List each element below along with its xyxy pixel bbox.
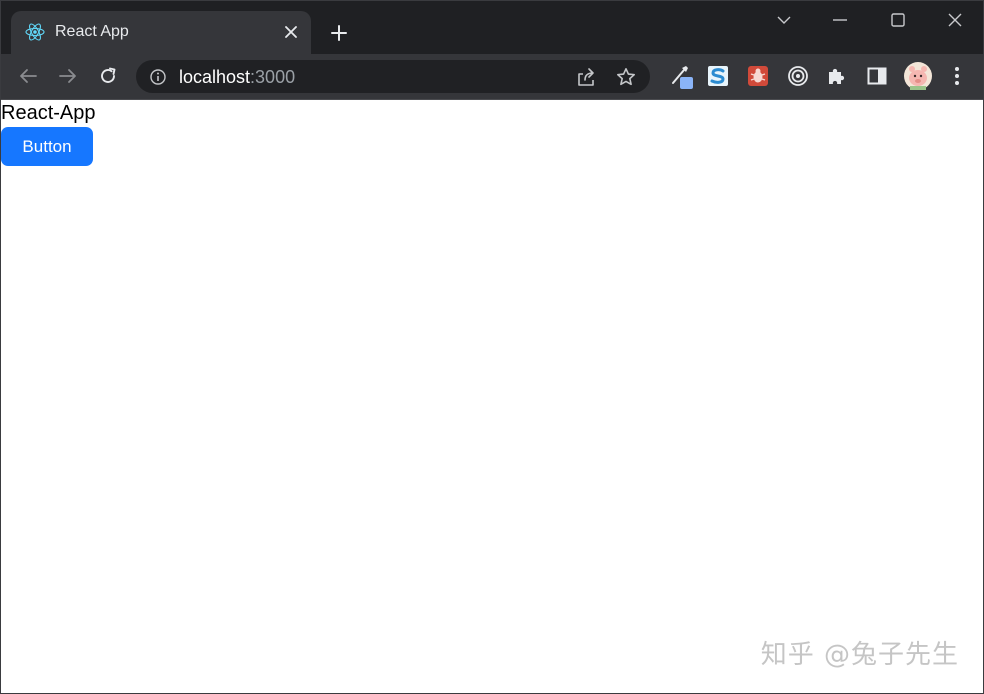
close-window-icon[interactable] (927, 1, 983, 39)
react-logo-icon (25, 22, 45, 42)
page-viewport: React-App Button 知乎 @兔子先生 (1, 100, 983, 693)
url-port: :3000 (250, 67, 296, 87)
close-icon[interactable] (279, 20, 303, 44)
share-icon[interactable] (574, 65, 598, 89)
profile-avatar[interactable] (903, 61, 933, 91)
watermark: 知乎 @兔子先生 (760, 640, 959, 670)
target-extension-icon[interactable] (785, 63, 811, 89)
info-icon[interactable] (148, 67, 168, 87)
back-arrow-icon[interactable] (13, 61, 43, 91)
star-icon[interactable] (614, 65, 638, 89)
maximize-icon[interactable] (870, 1, 926, 39)
s-extension-icon[interactable] (705, 63, 731, 89)
url-text: localhost:3000 (179, 67, 295, 88)
minimize-icon[interactable] (812, 1, 868, 39)
eyedropper-extension-icon[interactable] (669, 63, 695, 89)
plus-icon[interactable] (325, 19, 353, 47)
tab-title: React App (55, 23, 129, 40)
kebab-menu-icon[interactable] (944, 63, 970, 89)
browser-toolbar: localhost:3000 (1, 54, 983, 100)
reload-icon[interactable] (93, 61, 123, 91)
tab-react-app[interactable]: React App (11, 11, 311, 54)
forward-arrow-icon[interactable] (53, 61, 83, 91)
address-bar[interactable]: localhost:3000 (136, 60, 650, 93)
primary-button[interactable]: Button (1, 127, 93, 166)
chevron-down-icon[interactable] (756, 1, 812, 39)
side-panel-icon[interactable] (864, 63, 890, 89)
browser-window: React App localhost:3000 React-App Butto… (0, 0, 984, 694)
puzzle-icon[interactable] (824, 63, 850, 89)
tab-strip: React App (1, 1, 983, 54)
url-host: localhost (179, 67, 251, 87)
page-title: React-App (1, 102, 96, 124)
bug-extension-icon[interactable] (745, 63, 771, 89)
